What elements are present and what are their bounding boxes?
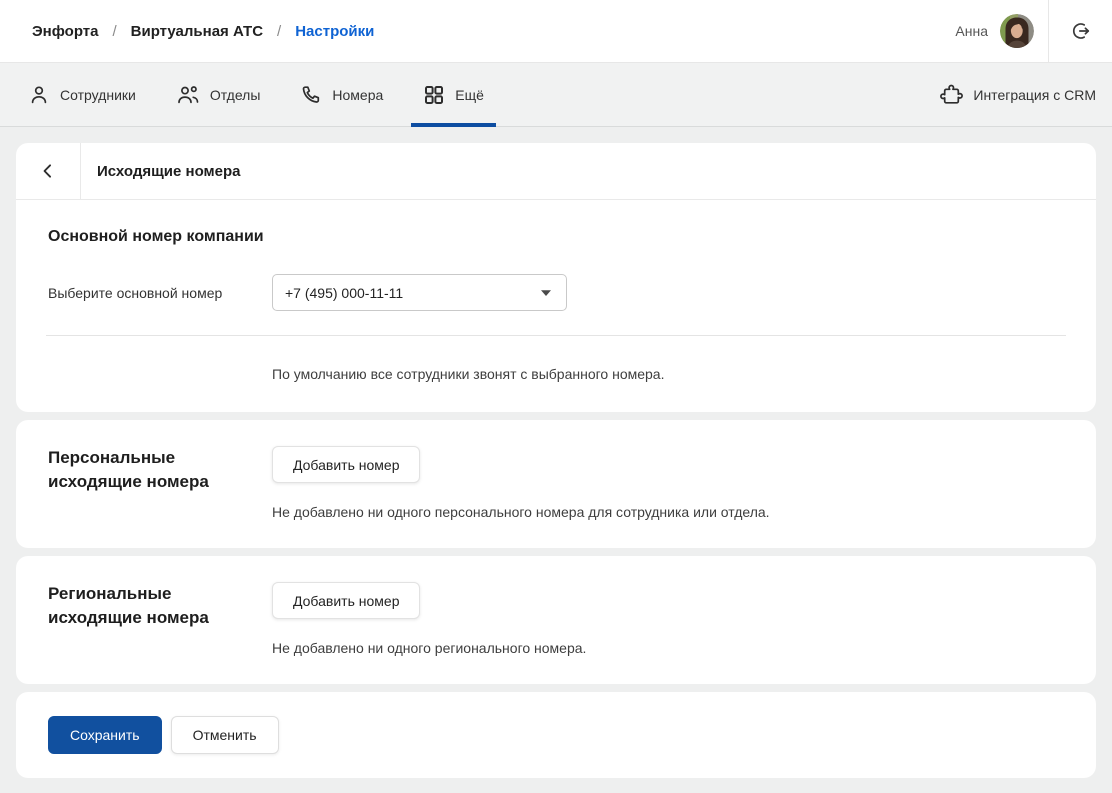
top-header: Энфорта / Виртуальная АТС / Настройки Ан… [0, 0, 1112, 63]
section-content: Добавить номер Не добавлено ни одного ре… [272, 582, 1080, 656]
main-number-select[interactable]: +7 (495) 000-11-11 [272, 274, 567, 311]
main-content: Исходящие номера Основной номер компании… [0, 127, 1112, 793]
heading-line: Персональные [48, 448, 176, 467]
user-block: Анна [955, 0, 1048, 62]
regional-numbers-empty-text: Не добавлено ни одного регионального ном… [272, 640, 587, 656]
card-actions: Сохранить Отменить [16, 692, 1096, 778]
select-label: Выберите основной номер [48, 284, 223, 301]
card-body: Основной номер компании Выберите основно… [16, 228, 1096, 382]
save-button[interactable]: Сохранить [48, 716, 162, 754]
heading-line: исходящие номера [48, 472, 209, 491]
heading-line: исходящие номера [48, 608, 209, 627]
main-number-heading: Основной номер компании [48, 228, 264, 245]
back-button[interactable] [16, 143, 81, 199]
puzzle-icon [939, 83, 964, 107]
people-icon [176, 84, 200, 106]
section-heading-block: Персональные исходящие номера [48, 446, 272, 520]
cancel-button[interactable]: Отменить [170, 716, 279, 754]
active-tab-underline [411, 123, 496, 127]
card-main-number: Исходящие номера Основной номер компании… [16, 143, 1096, 412]
card-personal-numbers: Персональные исходящие номера Добавить н… [16, 420, 1096, 548]
tab-departments[interactable]: Отделы [164, 63, 273, 126]
tab-more[interactable]: Ещё [411, 63, 496, 127]
tab-label: Номера [332, 86, 384, 103]
main-number-row: Выберите основной номер +7 (495) 000-11-… [32, 274, 1080, 311]
breadcrumb: Энфорта / Виртуальная АТС / Настройки [0, 0, 955, 62]
person-icon [28, 84, 50, 106]
card-header: Исходящие номера [16, 143, 1096, 200]
tab-employees[interactable]: Сотрудники [16, 63, 148, 126]
heading-line: Региональные [48, 584, 172, 603]
breadcrumb-separator: / [277, 22, 282, 40]
add-personal-number-button[interactable]: Добавить номер [272, 446, 421, 483]
tab-crm-integration[interactable]: Интеграция с CRM [927, 63, 1108, 126]
logout-icon [1069, 19, 1093, 43]
select-value: +7 (495) 000-11-11 [285, 284, 404, 301]
tab-label: Интеграция с CRM [973, 86, 1096, 103]
card-regional-numbers: Региональные исходящие номера Добавить н… [16, 556, 1096, 684]
personal-numbers-empty-text: Не добавлено ни одного персонального ном… [272, 504, 770, 520]
breadcrumb-separator: / [112, 22, 117, 40]
caret-down-icon [540, 289, 552, 297]
user-name: Анна [955, 23, 988, 39]
breadcrumb-settings[interactable]: Настройки [295, 23, 374, 40]
tab-bar: Сотрудники Отделы Номера Ещё Интеграция … [0, 63, 1112, 127]
app-window: Энфорта / Виртуальная АТС / Настройки Ан… [0, 0, 1112, 793]
regional-numbers-heading: Региональные исходящие номера [48, 582, 272, 630]
tab-label: Отделы [209, 86, 261, 103]
phone-icon [300, 84, 322, 106]
section-heading-block: Региональные исходящие номера [48, 582, 272, 656]
divider [46, 335, 1066, 336]
tab-numbers[interactable]: Номера [288, 63, 395, 126]
personal-numbers-heading: Персональные исходящие номера [48, 446, 272, 494]
back-chevron-icon [37, 160, 59, 182]
logout-button[interactable] [1048, 0, 1112, 62]
add-regional-number-button[interactable]: Добавить номер [272, 582, 421, 619]
main-number-help-text: По умолчанию все сотрудники звонят с выб… [272, 366, 665, 382]
tab-label: Ещё [455, 86, 484, 103]
tab-label: Сотрудники [60, 86, 136, 103]
breadcrumb-virtual-pbx[interactable]: Виртуальная АТС [131, 23, 263, 40]
page-title: Исходящие номера [97, 162, 241, 180]
grid-icon [423, 84, 445, 106]
section-content: Добавить номер Не добавлено ни одного пе… [272, 446, 1080, 520]
avatar[interactable] [1000, 14, 1034, 48]
breadcrumb-enforta[interactable]: Энфорта [32, 23, 98, 40]
